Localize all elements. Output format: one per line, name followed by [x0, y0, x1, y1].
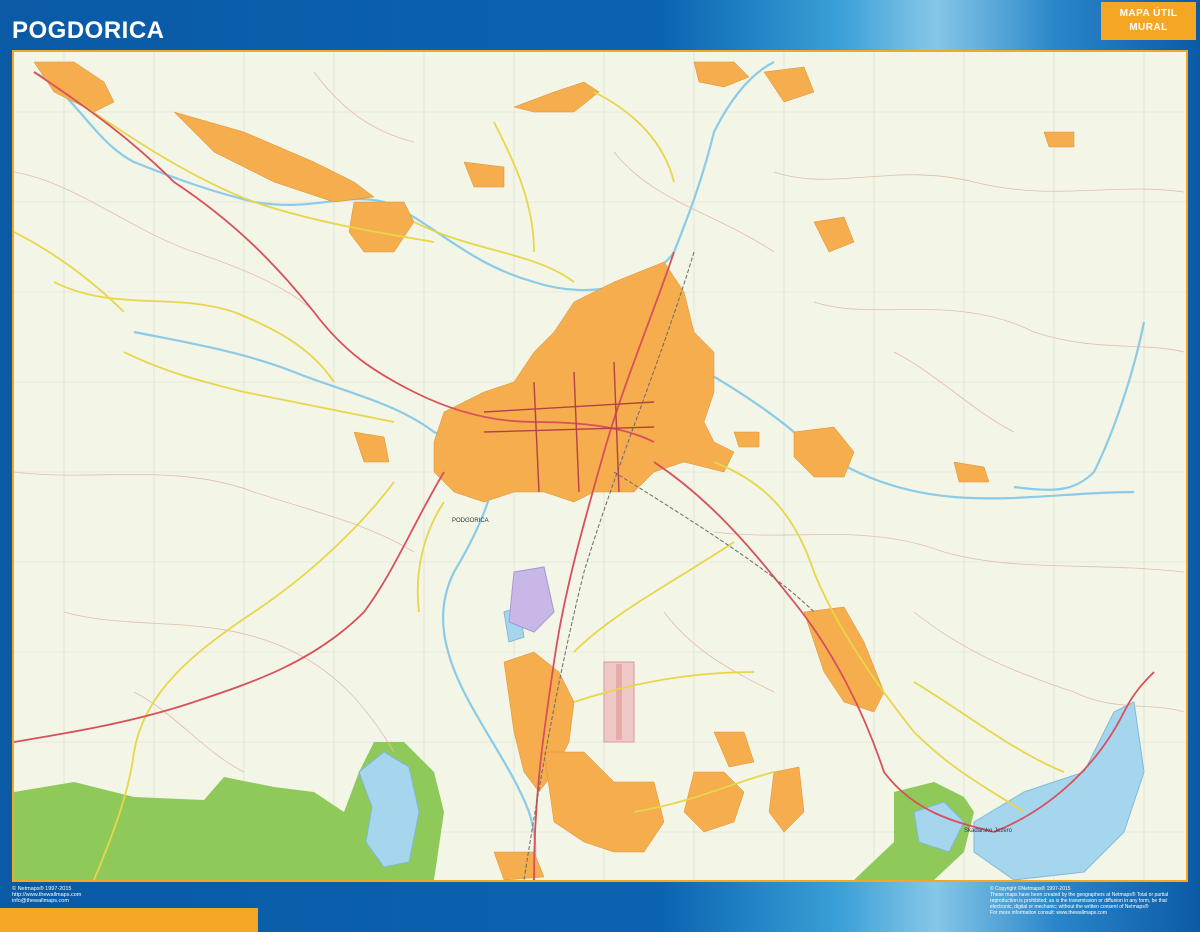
footer-left-line-3: info@thewallmaps.com: [12, 898, 69, 904]
airport: [603, 661, 635, 743]
badge-line-2: MURAL: [1129, 22, 1168, 33]
badge-line-1: MAPA ÚTIL: [1119, 8, 1178, 19]
map-canvas: PODGORICA Skadarsko Jezero: [14, 52, 1186, 880]
city-label: PODGORICA: [452, 518, 489, 524]
page-title: POGDORICA: [12, 17, 165, 44]
park-areas: [14, 742, 974, 880]
footer-left: © Netmaps® 1997-2015 http://www.thewallm…: [12, 886, 81, 904]
street-map[interactable]: PODGORICA Skadarsko Jezero: [12, 50, 1188, 882]
footer-accent-bar: [0, 908, 258, 932]
footer-right-line-5: For more information consult: www.thewal…: [990, 910, 1107, 916]
product-badge: MAPA ÚTIL MURAL: [1101, 2, 1196, 40]
footer-right: © Copyright ©Netmaps® 1997-2015 These ma…: [990, 886, 1190, 916]
urban-areas: [33, 61, 1075, 880]
water-bodies: [358, 606, 1145, 880]
industrial-area: [508, 566, 555, 633]
lake-label: Skadarsko Jezero: [964, 828, 1013, 834]
